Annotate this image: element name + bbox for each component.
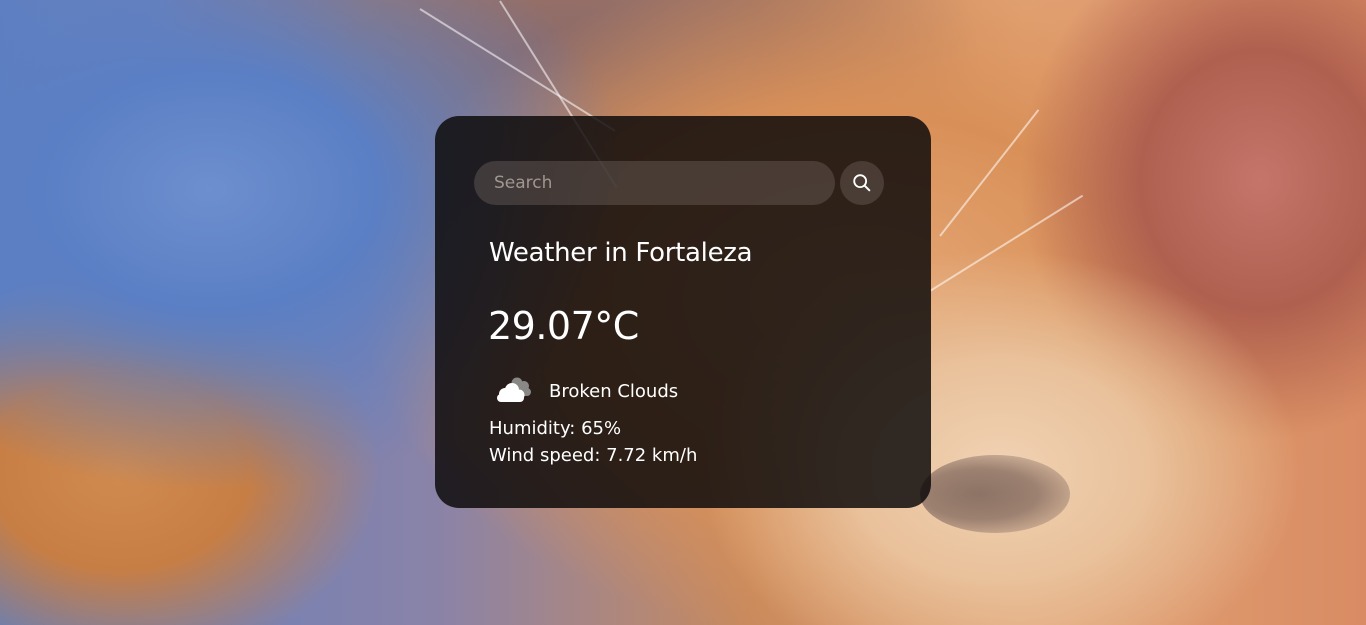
weather-card: Weather in Fortaleza 29.07°C Broken Clou… — [435, 116, 931, 508]
temperature: 29.07°C — [488, 304, 639, 348]
search-input[interactable] — [474, 161, 835, 205]
search-bar — [474, 161, 885, 205]
search-button[interactable] — [840, 161, 884, 205]
weather-condition: Broken Clouds — [493, 374, 678, 408]
whisker — [929, 194, 1084, 292]
weather-description: Broken Clouds — [549, 380, 679, 402]
broken-clouds-icon — [497, 377, 531, 402]
humidity-text: Humidity: 65% — [489, 418, 622, 439]
whisker — [939, 109, 1040, 237]
wind-speed-text: Wind speed: 7.72 km/h — [489, 445, 698, 466]
cat-eye — [920, 455, 1070, 533]
city-title: Weather in Fortaleza — [489, 238, 753, 268]
search-icon — [853, 174, 871, 192]
